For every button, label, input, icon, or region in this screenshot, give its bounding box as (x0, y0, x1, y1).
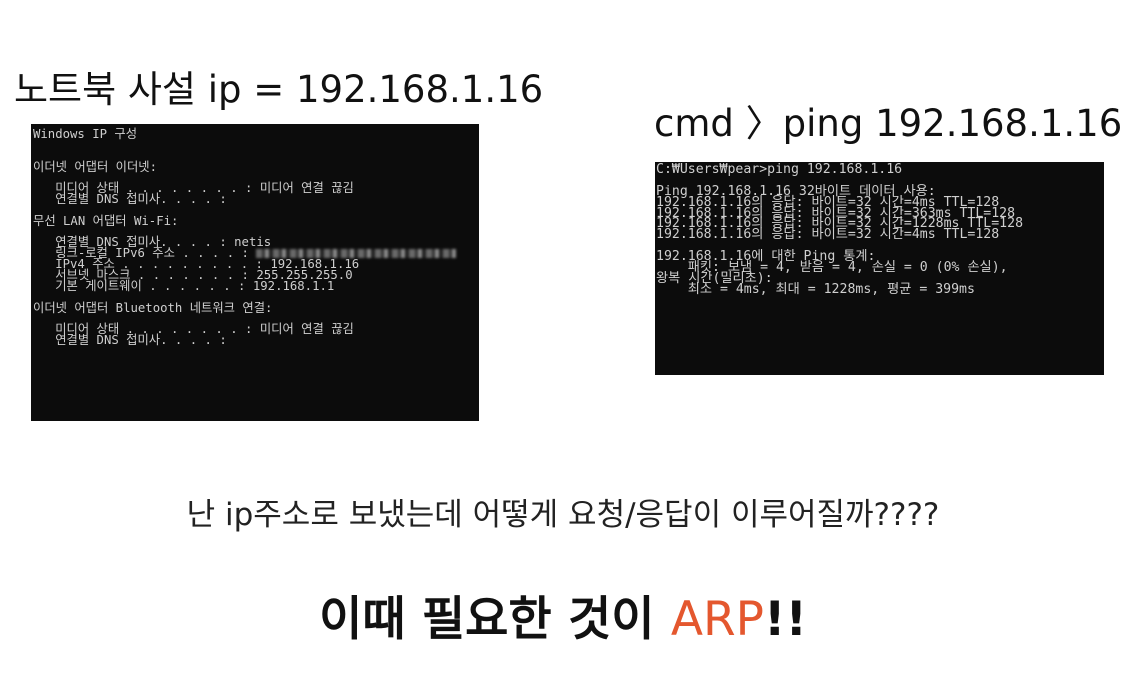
laptop-private-ip-heading: 노트북 사설 ip = 192.168.1.16 (14, 68, 544, 111)
terminal-line: 연결별 DNS 접미사. . . . : (33, 192, 227, 207)
terminal-line: 192.168.1.16의 응답: 바이트=32 시간=4ms TTL=128 (656, 227, 1000, 243)
ping-command-heading: cmd 〉ping 192.168.1.16 (654, 102, 1123, 145)
conclusion-text: 이때 필요한 것이 ARP!! (0, 588, 1126, 652)
conclusion-prefix: 이때 필요한 것이 (319, 592, 671, 647)
terminal-line: 연결별 DNS 접미사. . . . : (33, 333, 227, 348)
terminal-line: 최소 = 4ms, 최대 = 1228ms, 평균 = 399ms (656, 281, 975, 297)
arp-highlight: ARP (670, 592, 765, 647)
terminal-line: 이더넷 어댑터 Bluetooth 네트워크 연결: (33, 300, 273, 315)
terminal-line: 무선 LAN 어댑터 Wi-Fi: (33, 213, 179, 228)
terminal-line: Windows IP 구성 (33, 127, 138, 141)
redacted-ipv6-address (256, 249, 457, 259)
ping-terminal-screenshot: C:₩Users₩pear>ping 192.168.1.16 Ping 192… (655, 162, 1104, 375)
question-text: 난 ip주소로 보냈는데 어떻게 요청/응답이 이루어질까???? (186, 497, 940, 533)
terminal-line: 기본 게이트웨이 . . . . . . : 192.168.1.1 (33, 278, 335, 293)
conclusion-suffix: !! (764, 592, 807, 647)
terminal-line: 이더넷 어댑터 이더넷: (33, 159, 158, 174)
terminal-line: C:₩Users₩pear>ping 192.168.1.16 (656, 162, 903, 177)
ipconfig-terminal-screenshot: Windows IP 구성 이더넷 어댑터 이더넷: 미디어 상태 . . . … (31, 124, 479, 421)
